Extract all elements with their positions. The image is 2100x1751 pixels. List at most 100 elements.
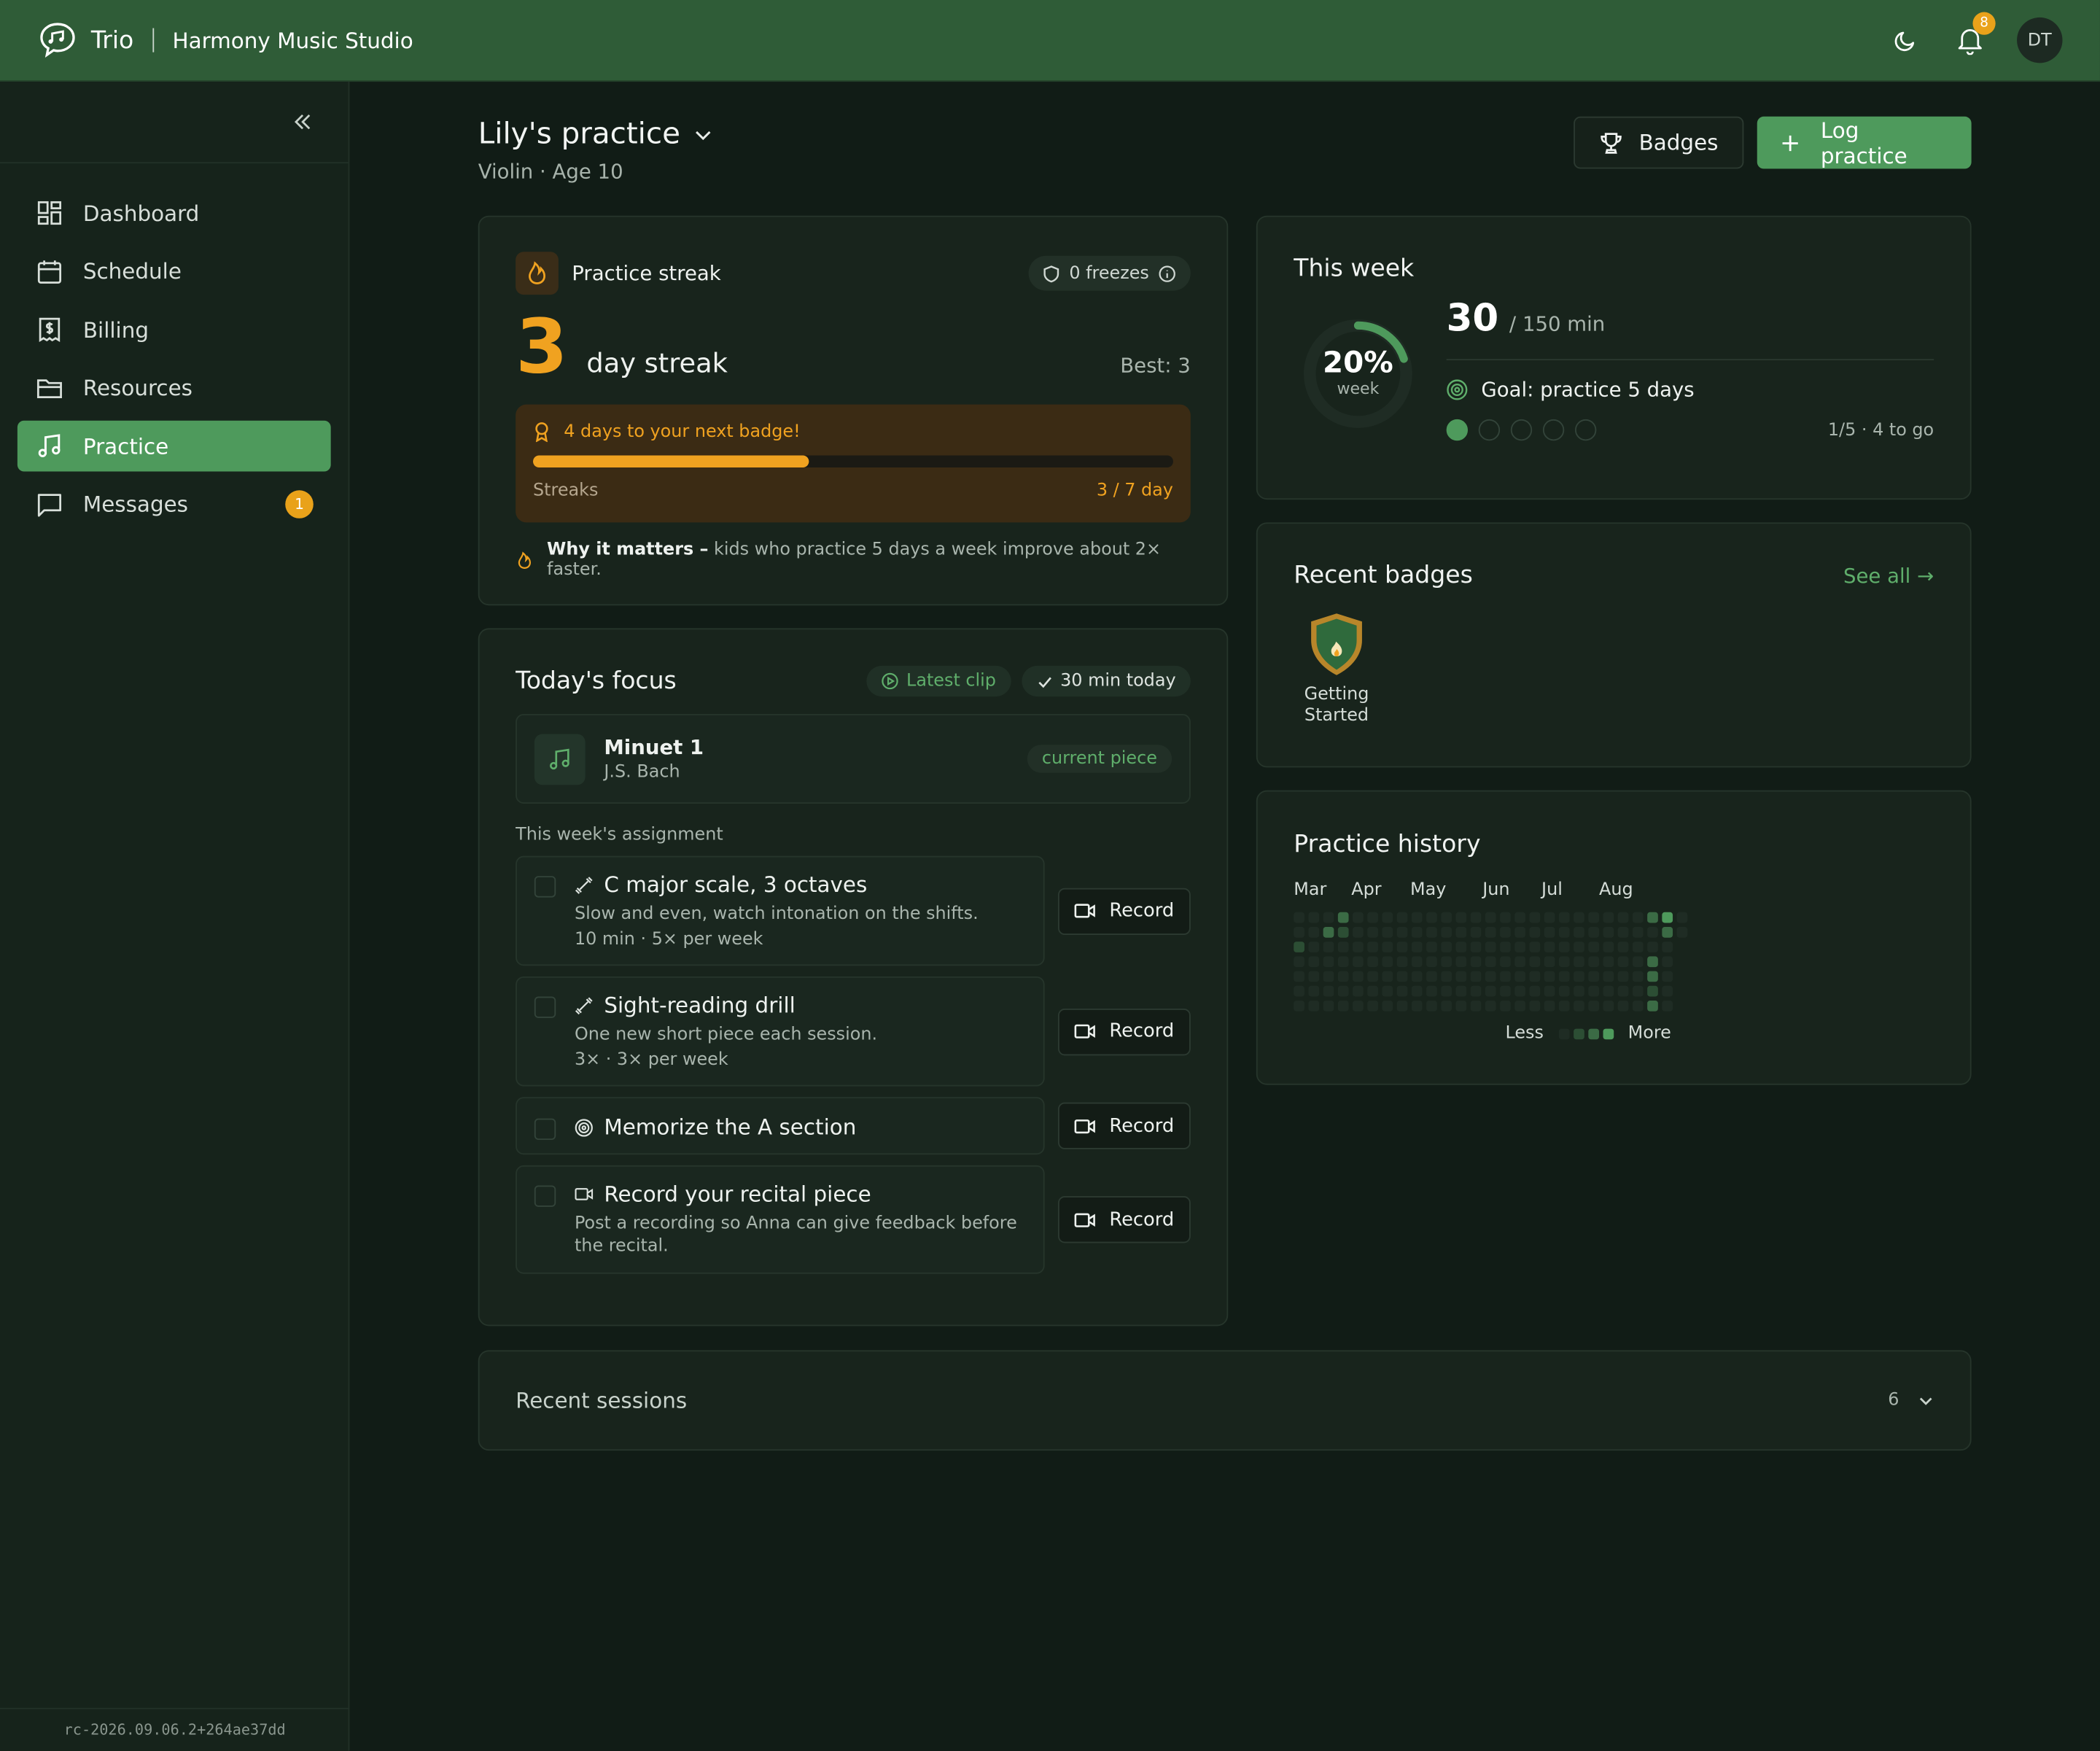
- heatmap-cell[interactable]: [1574, 912, 1584, 923]
- theme-toggle-button[interactable]: [1889, 23, 1924, 58]
- heatmap-cell[interactable]: [1308, 941, 1320, 952]
- heatmap-cell[interactable]: [1485, 912, 1496, 923]
- heatmap-cell[interactable]: [1470, 941, 1482, 952]
- heatmap-cell[interactable]: [1558, 1001, 1570, 1012]
- heatmap-cell[interactable]: [1632, 956, 1644, 968]
- heatmap-cell[interactable]: [1500, 941, 1511, 952]
- heatmap-cell[interactable]: [1455, 1001, 1467, 1012]
- heatmap-cell[interactable]: [1441, 1001, 1452, 1012]
- heatmap-cell[interactable]: [1558, 985, 1570, 997]
- heatmap-cell[interactable]: [1441, 985, 1452, 997]
- badge-item[interactable]: Getting Started: [1294, 611, 1380, 728]
- heatmap-cell[interactable]: [1382, 956, 1393, 968]
- heatmap-cell[interactable]: [1353, 1001, 1364, 1012]
- heatmap-cell[interactable]: [1588, 985, 1600, 997]
- heatmap-cell[interactable]: [1323, 956, 1334, 968]
- current-piece[interactable]: Minuet 1 J.S. Bach current piece: [516, 713, 1191, 804]
- heatmap-cell[interactable]: [1426, 1001, 1437, 1012]
- heatmap-cell[interactable]: [1411, 926, 1423, 938]
- heatmap-cell[interactable]: [1500, 912, 1511, 923]
- heatmap-cell[interactable]: [1323, 1001, 1334, 1012]
- heatmap-cell[interactable]: [1337, 956, 1349, 968]
- heatmap-cell[interactable]: [1367, 985, 1378, 997]
- heatmap-cell[interactable]: [1588, 941, 1600, 952]
- heatmap-cell[interactable]: [1382, 926, 1393, 938]
- heatmap-cell[interactable]: [1323, 912, 1334, 923]
- task-checkbox[interactable]: [534, 876, 556, 898]
- heatmap-cell[interactable]: [1632, 941, 1644, 952]
- chevron-down-icon[interactable]: [1918, 1392, 1934, 1408]
- heatmap-cell[interactable]: [1662, 956, 1673, 968]
- heatmap-cell[interactable]: [1353, 971, 1364, 982]
- record-button[interactable]: Record: [1057, 1008, 1191, 1055]
- heatmap-cell[interactable]: [1529, 985, 1541, 997]
- heatmap-cell[interactable]: [1544, 971, 1555, 982]
- heatmap-cell[interactable]: [1647, 941, 1658, 952]
- heatmap-cell[interactable]: [1558, 912, 1570, 923]
- heatmap-cell[interactable]: [1426, 971, 1437, 982]
- heatmap-cell[interactable]: [1514, 956, 1526, 968]
- heatmap-cell[interactable]: [1367, 941, 1378, 952]
- heatmap-cell[interactable]: [1603, 971, 1614, 982]
- heatmap-cell[interactable]: [1632, 1001, 1644, 1012]
- brand[interactable]: Trio Harmony Music Studio: [37, 20, 413, 61]
- heatmap-cell[interactable]: [1441, 941, 1452, 952]
- heatmap-cell[interactable]: [1294, 1001, 1304, 1012]
- heatmap-cell[interactable]: [1632, 985, 1644, 997]
- heatmap-cell[interactable]: [1337, 971, 1349, 982]
- heatmap-cell[interactable]: [1588, 926, 1600, 938]
- recent-sessions-card[interactable]: Recent sessions 6: [478, 1350, 1972, 1451]
- heatmap-cell[interactable]: [1574, 926, 1584, 938]
- heatmap-cell[interactable]: [1617, 956, 1629, 968]
- heatmap-cell[interactable]: [1308, 956, 1320, 968]
- heatmap-cell[interactable]: [1485, 1001, 1496, 1012]
- heatmap-cell[interactable]: [1617, 926, 1629, 938]
- heatmap-cell[interactable]: [1411, 1001, 1423, 1012]
- heatmap-cell[interactable]: [1441, 971, 1452, 982]
- heatmap-cell[interactable]: [1411, 941, 1423, 952]
- heatmap-cell[interactable]: [1558, 941, 1570, 952]
- heatmap-cell[interactable]: [1662, 941, 1673, 952]
- heatmap-cell[interactable]: [1514, 985, 1526, 997]
- heatmap-cell[interactable]: [1500, 926, 1511, 938]
- heatmap-cell[interactable]: [1426, 941, 1437, 952]
- heatmap-cell[interactable]: [1529, 912, 1541, 923]
- record-button[interactable]: Record: [1057, 887, 1191, 935]
- heatmap-cell[interactable]: [1396, 956, 1408, 968]
- heatmap-cell[interactable]: [1455, 941, 1467, 952]
- heatmap-cell[interactable]: [1337, 926, 1349, 938]
- heatmap-cell[interactable]: [1382, 941, 1393, 952]
- heatmap-cell[interactable]: [1632, 926, 1644, 938]
- heatmap-cell[interactable]: [1603, 1001, 1614, 1012]
- heatmap-cell[interactable]: [1603, 912, 1614, 923]
- heatmap-cell[interactable]: [1337, 941, 1349, 952]
- heatmap-cell[interactable]: [1617, 1001, 1629, 1012]
- heatmap-cell[interactable]: [1470, 985, 1482, 997]
- heatmap-cell[interactable]: [1514, 941, 1526, 952]
- heatmap-cell[interactable]: [1588, 971, 1600, 982]
- heatmap-cell[interactable]: [1353, 956, 1364, 968]
- heatmap-cell[interactable]: [1617, 941, 1629, 952]
- heatmap-cell[interactable]: [1382, 971, 1393, 982]
- latest-clip-button[interactable]: Latest clip: [866, 665, 1011, 697]
- record-button[interactable]: Record: [1057, 1196, 1191, 1243]
- heatmap-cell[interactable]: [1367, 971, 1378, 982]
- heatmap-cell[interactable]: [1574, 985, 1584, 997]
- heatmap-cell[interactable]: [1676, 926, 1688, 938]
- sidebar-item-messages[interactable]: Messages 1: [18, 479, 331, 530]
- heatmap-cell[interactable]: [1603, 926, 1614, 938]
- sidebar-item-billing[interactable]: Billing: [18, 304, 331, 355]
- heatmap-cell[interactable]: [1455, 985, 1467, 997]
- heatmap-cell[interactable]: [1470, 912, 1482, 923]
- heatmap-cell[interactable]: [1529, 926, 1541, 938]
- heatmap-cell[interactable]: [1632, 912, 1644, 923]
- heatmap-cell[interactable]: [1323, 926, 1334, 938]
- heatmap-cell[interactable]: [1353, 912, 1364, 923]
- heatmap-cell[interactable]: [1353, 926, 1364, 938]
- heatmap-cell[interactable]: [1470, 1001, 1482, 1012]
- heatmap-cell[interactable]: [1441, 912, 1452, 923]
- heatmap-cell[interactable]: [1514, 912, 1526, 923]
- notifications-button[interactable]: 8: [1953, 12, 1996, 58]
- heatmap-cell[interactable]: [1382, 1001, 1393, 1012]
- badges-button[interactable]: Badges: [1573, 116, 1744, 169]
